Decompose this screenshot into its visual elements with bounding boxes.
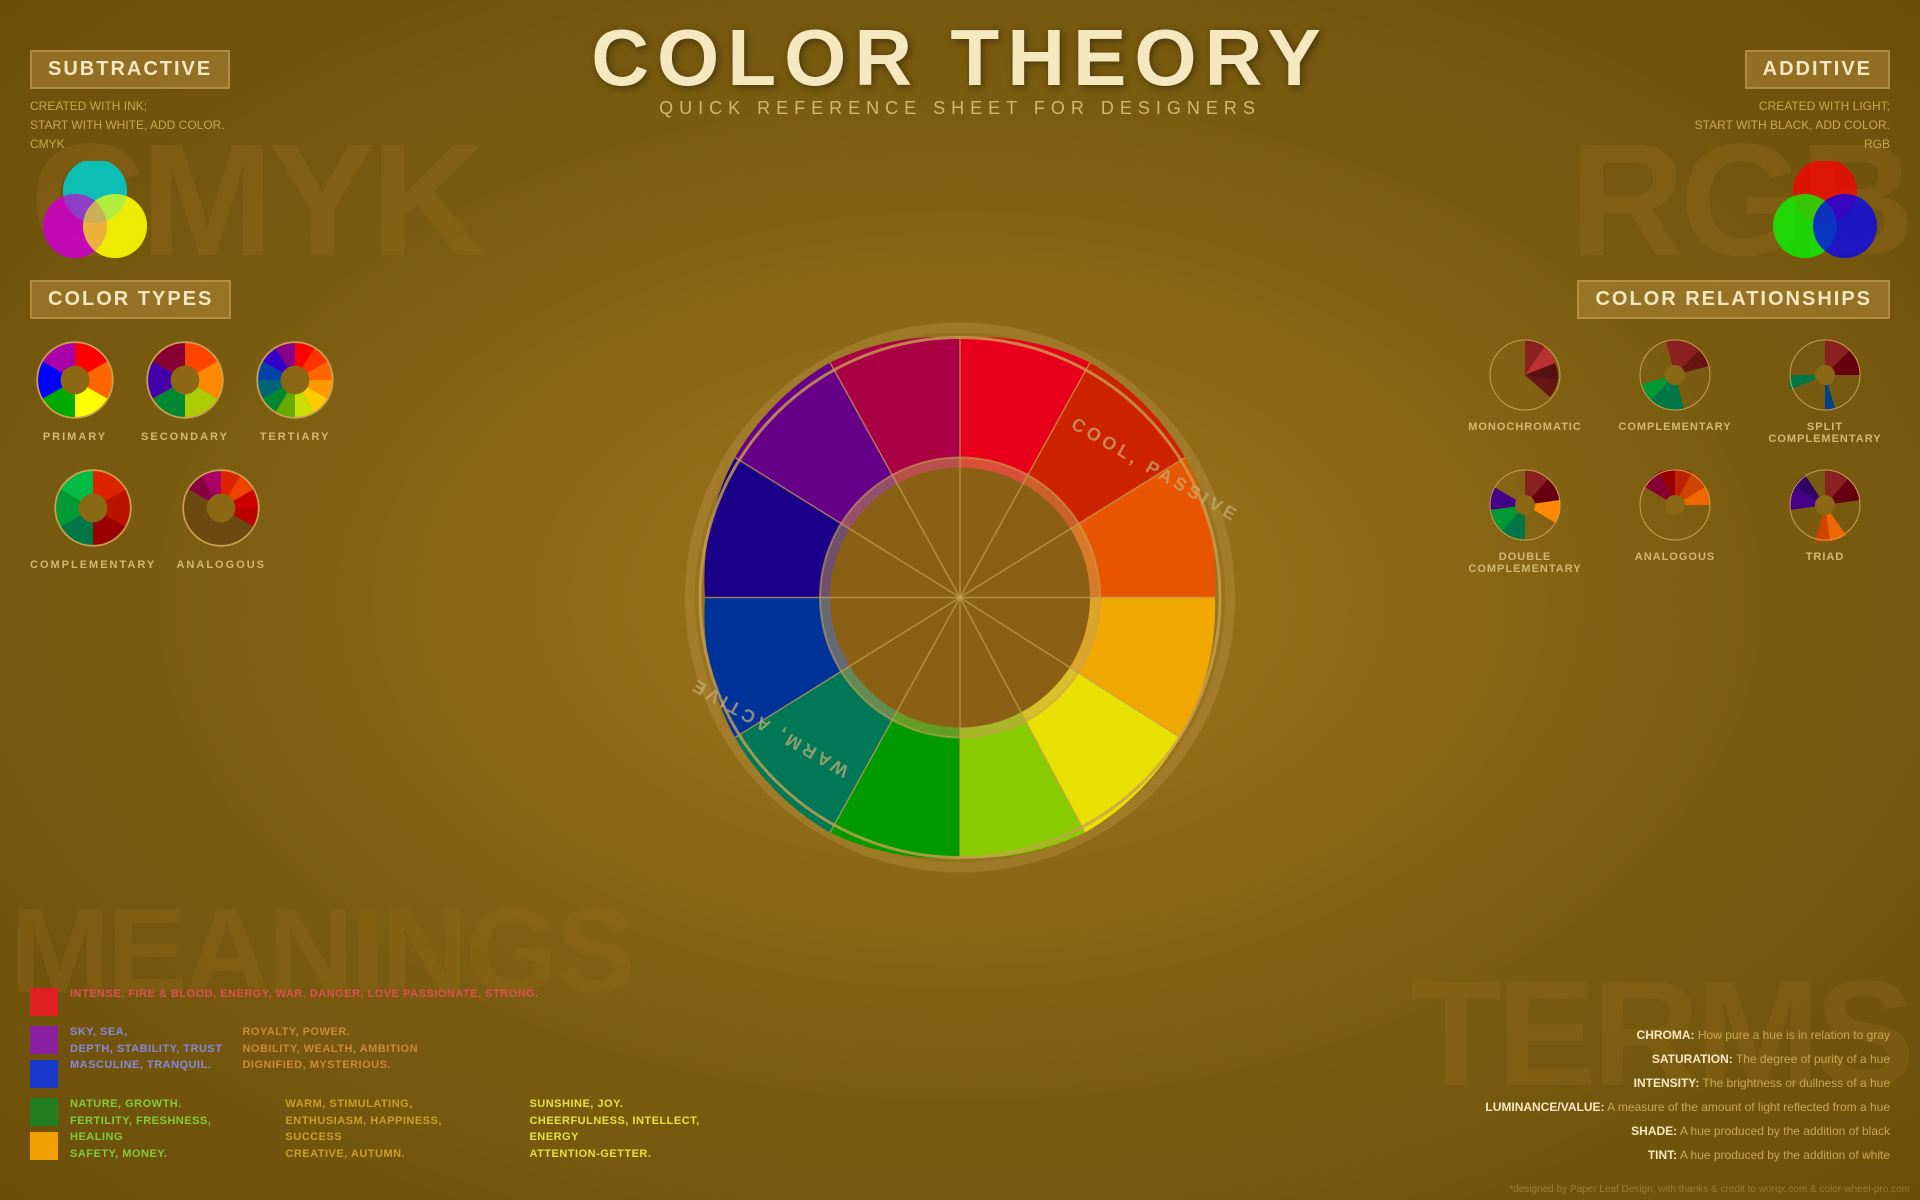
swatch-orange <box>30 1132 58 1160</box>
swatch-green <box>30 1098 58 1126</box>
color-type-analogous: ANALOGOUS <box>176 463 266 571</box>
cmyk-venn-diagram <box>30 161 160 261</box>
rel-double-complementary: DOUBLE COMPLEMENTARY <box>1460 465 1590 575</box>
color-relationships-panel: COLOR RELATIONSHIPS MONOCHROMATIC <box>1460 280 1890 575</box>
meaning-green-text: NATURE, GROWTH.FERTILITY, FRESHNESS, HEA… <box>70 1096 265 1162</box>
color-type-secondary: SECONDARY <box>140 335 230 443</box>
additive-description: CREATED WITH LIGHT; START WITH BLACK, AD… <box>1695 97 1890 155</box>
meaning-blue-purple: SKY, SEA,DEPTH, STABILITY, TRUSTMASCULIN… <box>30 1024 750 1088</box>
term-saturation: SATURATION: The degree of purity of a hu… <box>1310 1050 1890 1068</box>
additive-header: ADDITIVE <box>1745 50 1890 89</box>
rel-triad: TRIAD <box>1760 465 1890 575</box>
meaning-yellow-text: SUNSHINE, JOY.CHEERFULNESS, INTELLECT, E… <box>529 1096 750 1162</box>
rgb-venn-diagram <box>1760 161 1890 261</box>
swatch-red <box>30 988 58 1016</box>
meaning-green-others: NATURE, GROWTH.FERTILITY, FRESHNESS, HEA… <box>30 1096 750 1162</box>
rel-complementary: COMPLEMENTARY <box>1610 335 1740 445</box>
subtractive-description: CREATED WITH INK; START WITH WHITE, ADD … <box>30 97 230 155</box>
main-title-block: COLOR THEORY QUICK REFERENCE SHEET FOR D… <box>591 18 1328 119</box>
meaning-blue-text: SKY, SEA,DEPTH, STABILITY, TRUSTMASCULIN… <box>70 1024 222 1074</box>
additive-panel: ADDITIVE CREATED WITH LIGHT; START WITH … <box>1695 50 1890 261</box>
page-subtitle: QUICK REFERENCE SHEET FOR DESIGNERS <box>591 98 1328 119</box>
color-types-panel: COLOR TYPES PRIMARY <box>30 280 410 571</box>
color-relationships-grid: MONOCHROMATIC COMPLEMENTARY <box>1460 335 1890 575</box>
term-tint: TINT: A hue produced by the addition of … <box>1310 1146 1890 1164</box>
rel-split-complementary: SPLIT COMPLEMENTARY <box>1760 335 1890 445</box>
term-luminance: LUMINANCE/VALUE: A measure of the amount… <box>1310 1098 1890 1116</box>
term-chroma: CHROMA: How pure a hue is in relation to… <box>1310 1026 1890 1044</box>
color-types-header: COLOR TYPES <box>30 280 231 319</box>
color-relationships-header: COLOR RELATIONSHIPS <box>1577 280 1890 319</box>
meaning-red: INTENSE, FIRE & BLOOD, ENERGY, WAR, DANG… <box>30 986 750 1016</box>
meaning-orange-text: WARM, STIMULATING,ENTHUSIASM, HAPPINESS,… <box>285 1096 499 1162</box>
meanings-panel: INTENSE, FIRE & BLOOD, ENERGY, WAR, DANG… <box>30 986 750 1170</box>
main-color-wheel: COOL, PASSIVE WARM, ACTIVE <box>670 308 1250 893</box>
term-shade: SHADE: A hue produced by the addition of… <box>1310 1122 1890 1140</box>
page-title: COLOR THEORY <box>591 18 1328 98</box>
term-intensity: INTENSITY: The brightness or dullness of… <box>1310 1074 1890 1092</box>
color-type-tertiary: TERTIARY <box>250 335 340 443</box>
swatch-purple <box>30 1026 58 1054</box>
color-types-grid: PRIMARY SECONDARY <box>30 335 410 571</box>
meaning-purple-text: ROYALTY, POWER.NOBILITY, WEALTH, AMBITIO… <box>242 1024 418 1074</box>
rel-monochromatic: MONOCHROMATIC <box>1460 335 1590 445</box>
subtractive-panel: SUBTRACTIVE CREATED WITH INK; START WITH… <box>30 50 230 261</box>
subtractive-header: SUBTRACTIVE <box>30 50 230 89</box>
color-type-primary: PRIMARY <box>30 335 120 443</box>
credit-text: *designed by Paper Leaf Design, with tha… <box>1509 1184 1910 1195</box>
rel-analogous: ANALOGOUS <box>1610 465 1740 575</box>
swatch-blue <box>30 1060 58 1088</box>
color-type-complementary: COMPLEMENTARY <box>30 463 156 571</box>
terms-panel: CHROMA: How pure a hue is in relation to… <box>1310 1026 1890 1170</box>
meaning-red-text: INTENSE, FIRE & BLOOD, ENERGY, WAR, DANG… <box>70 986 539 1003</box>
